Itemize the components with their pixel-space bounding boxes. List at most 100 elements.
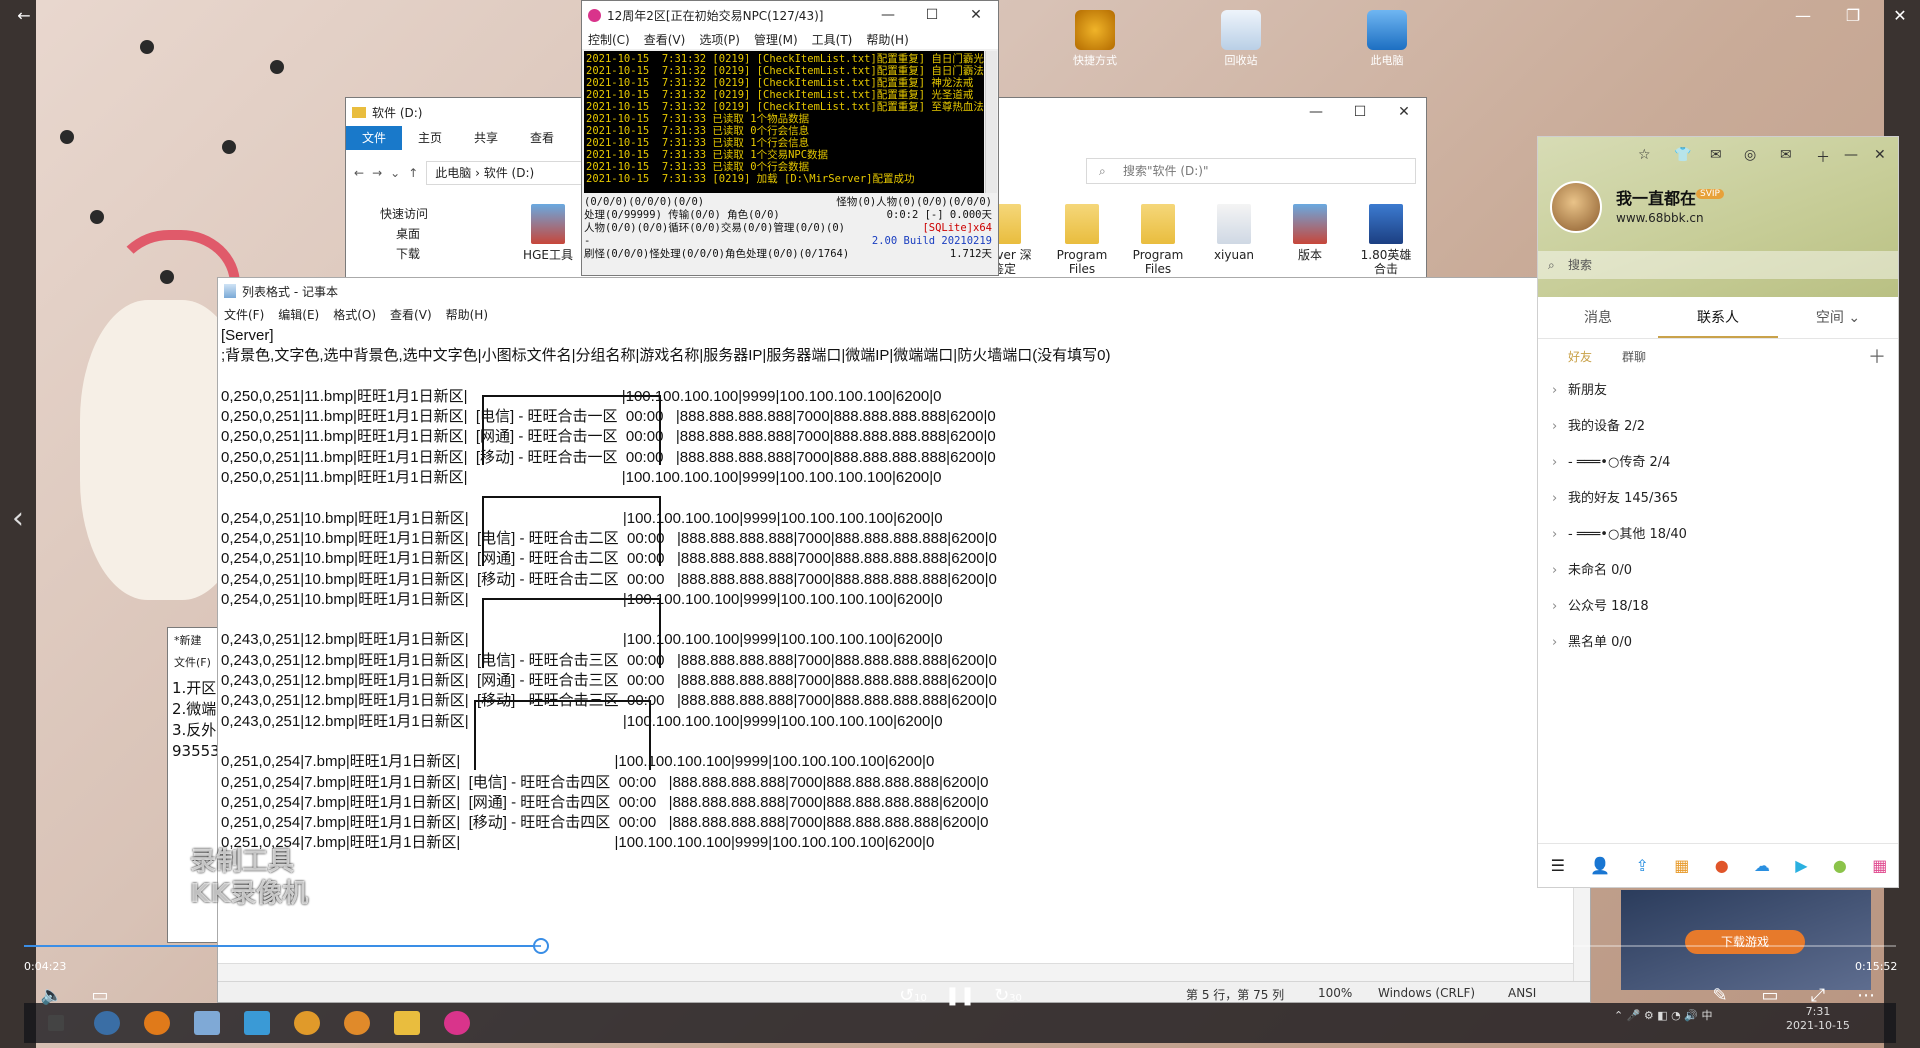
qq-search-input[interactable]: ⌕ 搜索 xyxy=(1538,251,1898,279)
forward-arrow-icon[interactable]: → xyxy=(372,166,382,180)
video-progress-handle[interactable] xyxy=(532,938,549,954)
add-icon[interactable]: ＋ xyxy=(1868,343,1886,369)
qq-signature[interactable]: www.68bbk.cn xyxy=(1616,211,1704,225)
file-item[interactable]: Program Files (x86) xyxy=(1128,204,1188,286)
np2-text[interactable]: 1.开区 2.微端 3.反外 93553 xyxy=(172,678,220,762)
file-item[interactable]: HGE工具 xyxy=(518,204,578,262)
tab-home[interactable]: 主页 xyxy=(402,126,458,150)
npc-app-icon[interactable] xyxy=(444,1011,470,1035)
tool-app-icon[interactable] xyxy=(244,1011,270,1035)
browser-icon[interactable]: ● xyxy=(1715,856,1729,875)
star-icon[interactable]: ☆ xyxy=(1638,147,1651,163)
video-close-button[interactable]: ✕ xyxy=(1882,2,1918,30)
mail-icon[interactable]: ✉ xyxy=(1710,147,1722,163)
back-arrow-icon[interactable]: ← xyxy=(354,166,364,180)
rewind-button[interactable]: ↺10 xyxy=(895,985,931,1006)
menu-icon[interactable]: ☰ xyxy=(1551,856,1565,875)
chevron-down-icon[interactable]: ⌄ xyxy=(390,166,400,180)
horizontal-scrollbar[interactable] xyxy=(218,963,1573,981)
share-icon[interactable]: ⇪ xyxy=(1636,856,1649,875)
fullscreen-icon[interactable]: ⤢ xyxy=(1800,985,1836,1006)
notepad-text-area[interactable]: [Server] ;背景色,文字色,选中背景色,选中文字色|小图标文件名|分组名称… xyxy=(221,326,1571,962)
video-progress-bar[interactable] xyxy=(24,938,1896,954)
cloud-icon[interactable]: ☁ xyxy=(1754,856,1770,875)
nav-item-desktop[interactable]: 桌面 xyxy=(346,224,496,244)
contact-group[interactable]: 我的好友 145/365 xyxy=(1538,481,1898,517)
tab-view[interactable]: 查看 xyxy=(514,126,570,150)
tab-contacts[interactable]: 联系人 xyxy=(1658,297,1778,338)
pen-icon[interactable]: ✎ xyxy=(1702,985,1738,1006)
search-input[interactable]: ⌕ 搜索"软件 (D:)" xyxy=(1086,158,1416,184)
desktop-icon-shortcut[interactable]: 快捷方式 xyxy=(1060,10,1130,68)
menu-file[interactable]: 文件(F) xyxy=(174,654,211,670)
game-icon[interactable]: ● xyxy=(1833,856,1847,875)
browser-app-icon[interactable] xyxy=(94,1011,120,1035)
avatar[interactable] xyxy=(1550,181,1602,233)
subtab-groups[interactable]: 群聊 xyxy=(1622,348,1646,365)
contact-group[interactable]: 公众号 18/18 xyxy=(1538,589,1898,625)
menu-view[interactable]: 查看(V) xyxy=(390,306,432,323)
close-button[interactable]: ✕ xyxy=(954,7,998,23)
menu-control[interactable]: 控制(C) xyxy=(588,31,630,48)
path-segment[interactable]: 此电脑 xyxy=(435,166,471,180)
vip-badge[interactable]: SVIP xyxy=(1696,189,1724,199)
maximize-button[interactable]: ☐ xyxy=(1338,104,1382,120)
notepad-titlebar[interactable]: 列表格式 - 记事本 — xyxy=(218,278,1590,304)
address-path[interactable]: 此电脑 › 软件 (D:) xyxy=(426,161,587,185)
menu-view[interactable]: 查看(V) xyxy=(644,31,686,48)
tab-file[interactable]: 文件 xyxy=(346,126,403,150)
file-item[interactable]: 版本 xyxy=(1280,204,1340,262)
contact-group[interactable]: 黑名单 0/0 xyxy=(1538,625,1898,661)
subtab-friends[interactable]: 好友 xyxy=(1568,348,1592,365)
ad-thumbnail[interactable]: 下载游戏 xyxy=(1621,890,1871,990)
desktop-icon-recycle-bin[interactable]: 回收站 xyxy=(1206,10,1276,68)
plus-icon[interactable]: ＋ xyxy=(1816,147,1830,167)
apps-icon[interactable]: ▦ xyxy=(1872,856,1887,875)
tab-messages[interactable]: 消息 xyxy=(1538,297,1658,338)
shirt-icon[interactable]: 👕 xyxy=(1674,147,1691,163)
npc-titlebar[interactable]: 12周年2区[正在初始交易NPC(127/43)] — ☐ ✕ xyxy=(582,1,998,29)
path-segment[interactable]: 软件 (D:) xyxy=(484,166,534,180)
tray-icons[interactable]: ⌃ 🎤 ⚙ ◧ ◔ 🔊 xyxy=(1614,1009,1698,1022)
minimize-button[interactable]: — xyxy=(1294,104,1338,120)
forward-button[interactable]: ↻30 xyxy=(990,985,1026,1006)
video-minimize-button[interactable]: — xyxy=(1785,2,1821,30)
console-log[interactable]: 2021-10-15 7:31:32 [0219] [CheckItemList… xyxy=(584,51,984,193)
file-item[interactable]: 1.80英雄合击 xyxy=(1356,204,1416,276)
orange-app-icon[interactable] xyxy=(344,1011,370,1035)
pause-button[interactable]: ❚❚ xyxy=(942,985,978,1006)
close-button[interactable]: ✕ xyxy=(1382,104,1426,120)
menu-format[interactable]: 格式(O) xyxy=(333,306,376,323)
download-game-button[interactable]: 下载游戏 xyxy=(1685,930,1805,954)
menu-help[interactable]: 帮助(H) xyxy=(866,31,908,48)
previous-chevron-icon[interactable]: ‹ xyxy=(0,504,36,534)
menu-file[interactable]: 文件(F) xyxy=(224,306,264,323)
start-icon[interactable] xyxy=(48,1015,64,1031)
notepad-app-icon[interactable] xyxy=(194,1011,220,1035)
medal-icon[interactable]: ◎ xyxy=(1744,147,1756,163)
nav-item-downloads[interactable]: 下载 xyxy=(346,244,496,264)
menu-edit[interactable]: 编辑(E) xyxy=(278,306,319,323)
video-restore-button[interactable]: ❐ xyxy=(1835,2,1871,30)
menu-options[interactable]: 选项(P) xyxy=(699,31,740,48)
ime-indicator[interactable]: 中 xyxy=(1701,1009,1712,1022)
file-item[interactable]: xiyuan xyxy=(1204,204,1264,262)
video-icon[interactable]: ▶ xyxy=(1795,856,1807,875)
contact-group[interactable]: 新朋友 xyxy=(1538,373,1898,409)
more-icon[interactable]: ⋯ xyxy=(1848,985,1884,1006)
desktop-icon-this-pc[interactable]: 此电脑 xyxy=(1352,10,1422,68)
gift-icon[interactable]: ▦ xyxy=(1674,856,1689,875)
menu-tools[interactable]: 工具(T) xyxy=(812,31,853,48)
tab-share[interactable]: 共享 xyxy=(458,126,514,150)
folder-icon[interactable] xyxy=(394,1011,420,1035)
screen-icon[interactable]: ▭ xyxy=(1752,985,1788,1006)
orange-app-icon[interactable] xyxy=(294,1011,320,1035)
contact-group[interactable]: - ═══•○其他 18/40 xyxy=(1538,517,1898,553)
file-item[interactable]: Program Files xyxy=(1052,204,1112,276)
clock[interactable]: 7:31 2021-10-15 xyxy=(1786,1005,1850,1033)
contact-group[interactable]: 我的设备 2/2 xyxy=(1538,409,1898,445)
add-friend-icon[interactable]: 👤 xyxy=(1590,856,1610,875)
menu-manage[interactable]: 管理(M) xyxy=(754,31,798,48)
maximize-button[interactable]: ☐ xyxy=(910,7,954,23)
tab-space[interactable]: 空间 ⌄ xyxy=(1778,297,1898,338)
